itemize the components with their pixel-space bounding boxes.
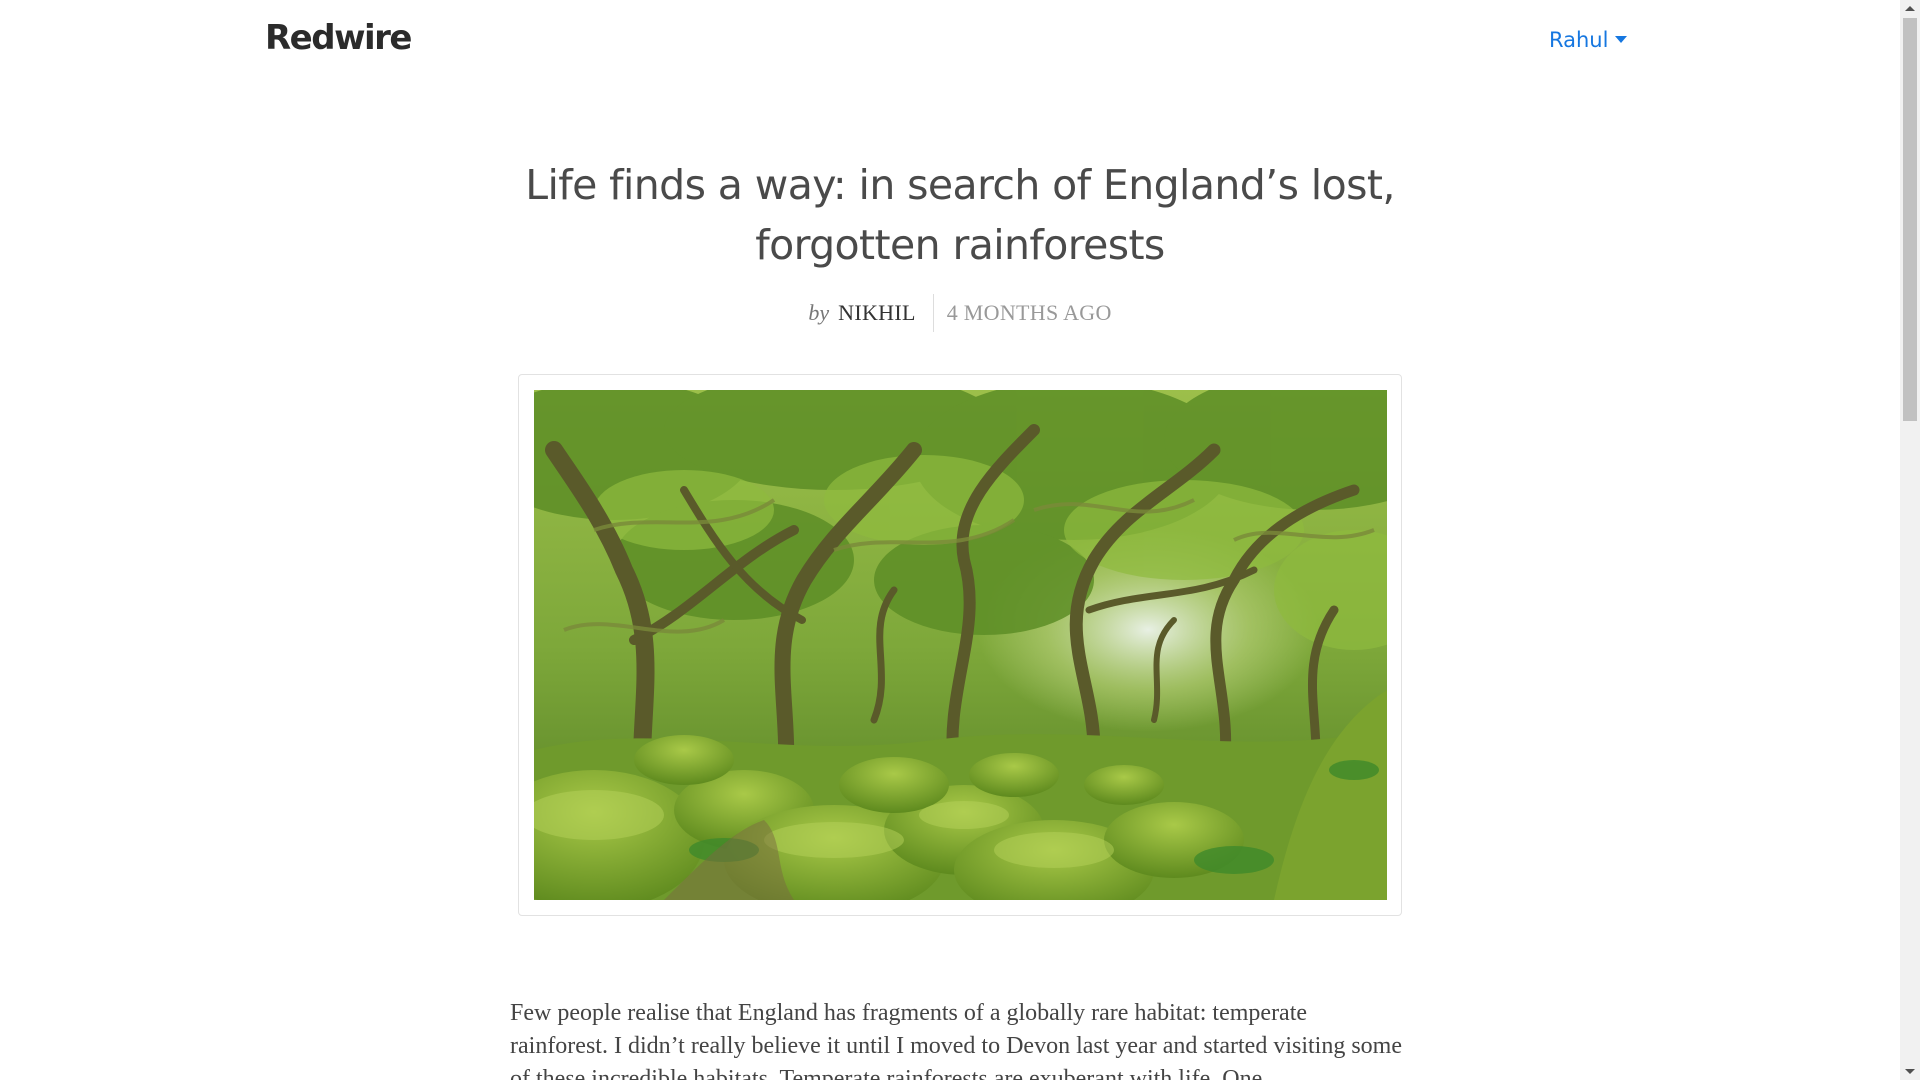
mossy-forest-photo-icon [534,390,1387,900]
browser-viewport: Redwire Rahul Life finds a way: in searc… [0,0,1920,1080]
article-page: Redwire Rahul Life finds a way: in searc… [0,0,1900,1080]
author-name: NIKHIL [838,300,916,325]
article-title: Life finds a way: in search of England’s… [525,161,1395,269]
hero-image-card [518,374,1402,916]
arrow-up-icon [1905,6,1915,11]
byline-prefix: by [808,300,830,325]
caret-down-icon [1615,35,1628,43]
arrow-down-icon [1905,1069,1915,1074]
article-byline: by NIKHIL 4 MONTHS AGO [500,294,1420,332]
brand-logo-link[interactable]: Redwire [265,18,412,58]
user-menu-label: Rahul [1549,28,1609,52]
scrollbar-thumb[interactable] [1903,18,1917,421]
page-scrollbar[interactable] [1900,0,1920,1080]
article-body-paragraph: Few people realise that England has frag… [510,1000,1402,1080]
scroll-up-button[interactable] [1900,0,1920,17]
hero-image [534,390,1387,900]
byline-divider [932,294,934,332]
user-menu-dropdown[interactable]: Rahul [1549,28,1628,52]
published-date: 4 MONTHS AGO [946,300,1112,325]
scroll-down-button[interactable] [1900,1063,1920,1080]
